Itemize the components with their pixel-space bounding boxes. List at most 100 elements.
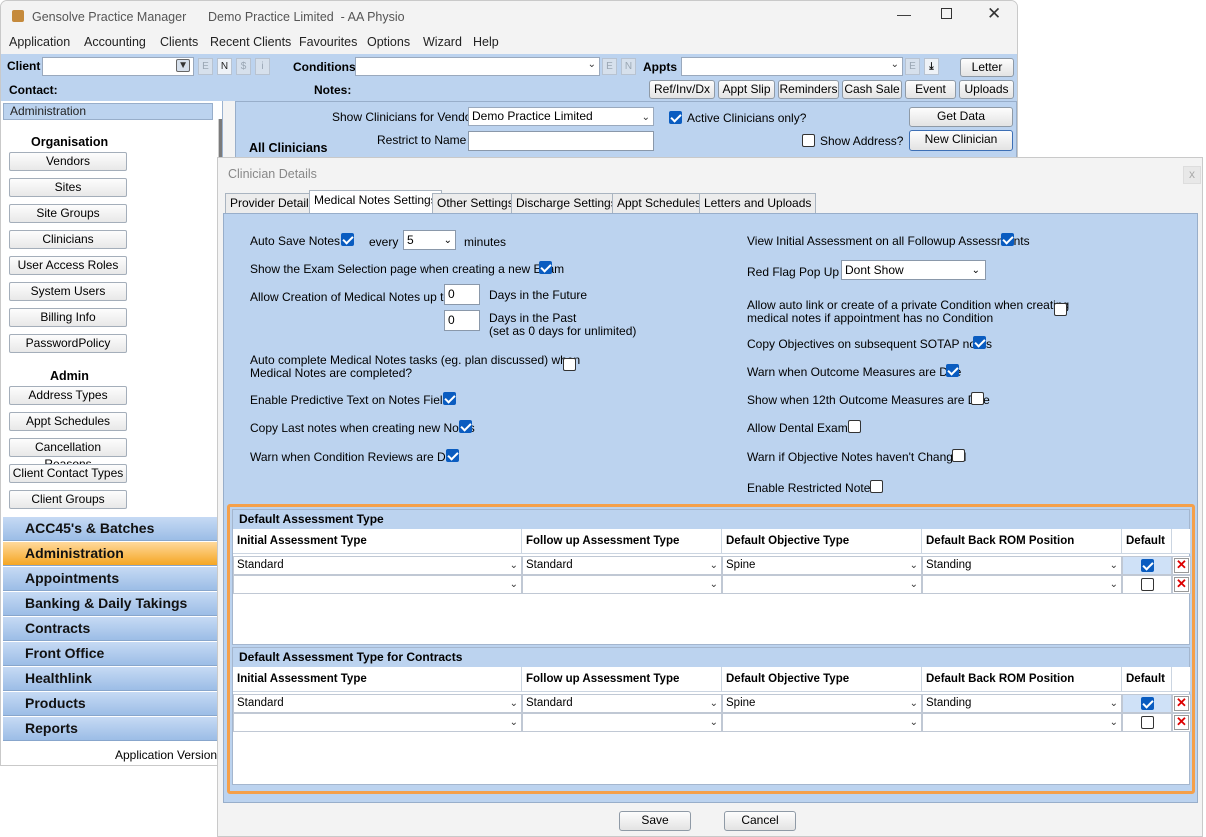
grid1-row1-initial[interactable]: Standard ⌄ xyxy=(233,556,522,575)
predictive-text-checkbox[interactable] xyxy=(443,392,456,405)
sidebar-item-cancellation-reasons[interactable]: Cancellation Reasons xyxy=(9,438,127,471)
view-initial-checkbox[interactable] xyxy=(1001,233,1014,246)
sidebar-item-password-policy[interactable]: PasswordPolicy xyxy=(9,334,127,353)
sidebar-item-billing-info[interactable]: Billing Info xyxy=(9,308,127,327)
reminders-button[interactable]: Reminders xyxy=(778,80,839,99)
cancel-button[interactable]: Cancel xyxy=(724,811,796,831)
tab-appt-schedules[interactable]: Appt Schedules xyxy=(612,193,707,213)
menu-accounting[interactable]: Accounting xyxy=(84,35,146,49)
appts-e-button[interactable]: E xyxy=(905,58,920,75)
menu-wizard[interactable]: Wizard xyxy=(423,35,462,49)
menu-recent-clients[interactable]: Recent Clients xyxy=(210,35,291,49)
delete-icon[interactable]: ✕ xyxy=(1174,577,1189,592)
restricted-notes-checkbox[interactable] xyxy=(870,480,883,493)
warn-condition-checkbox[interactable] xyxy=(446,449,459,462)
sidebar-item-appt-schedules[interactable]: Appt Schedules xyxy=(9,412,127,431)
auto-save-checkbox[interactable] xyxy=(341,233,354,246)
active-clinicians-checkbox[interactable] xyxy=(669,111,682,124)
tab-medical-notes-settings[interactable]: Medical Notes Settings xyxy=(309,190,442,213)
warn-objective-checkbox[interactable] xyxy=(952,449,965,462)
delete-icon[interactable]: ✕ xyxy=(1174,715,1189,730)
grid1-row2-objective[interactable]: ⌄ xyxy=(722,575,922,594)
uploads-button[interactable]: Uploads xyxy=(959,80,1014,99)
grid1-row1-default-checkbox[interactable] xyxy=(1141,559,1154,572)
minimize-icon[interactable]: — xyxy=(897,6,911,22)
grid2-row2-objective[interactable]: ⌄ xyxy=(722,713,922,732)
grid2-row1-followup[interactable]: Standard ⌄ xyxy=(522,694,722,713)
grid2-row1-default-checkbox[interactable] xyxy=(1141,697,1154,710)
auto-link-checkbox[interactable] xyxy=(1054,303,1067,316)
ref-inv-dx-button[interactable]: Ref/Inv/Dx xyxy=(649,80,715,99)
menu-clients[interactable]: Clients xyxy=(160,35,198,49)
sidebar-item-site-groups[interactable]: Site Groups xyxy=(9,204,127,223)
letter-button[interactable]: Letter xyxy=(960,58,1014,77)
nav-contracts[interactable]: Contracts xyxy=(3,617,219,641)
delete-icon[interactable]: ✕ xyxy=(1174,558,1189,573)
appt-slip-button[interactable]: Appt Slip xyxy=(718,80,775,99)
tab-provider-details[interactable]: Provider Details xyxy=(225,193,320,213)
sidebar-item-user-access-roles[interactable]: User Access Roles xyxy=(9,256,127,275)
red-flag-select[interactable]: Dont Show ⌄ xyxy=(841,260,986,280)
show-address-checkbox[interactable] xyxy=(802,134,815,147)
tab-discharge-settings[interactable]: Discharge Settings xyxy=(511,193,622,213)
grid1-row1-objective[interactable]: Spine ⌄ xyxy=(722,556,922,575)
dialog-close-icon[interactable]: x xyxy=(1183,166,1201,184)
sidebar-item-client-contact-types[interactable]: Client Contact Types xyxy=(9,464,127,483)
tab-letters-uploads[interactable]: Letters and Uploads xyxy=(699,193,817,213)
restrict-name-input[interactable] xyxy=(468,131,654,151)
sidebar-item-vendors[interactable]: Vendors xyxy=(9,152,127,171)
nav-administration[interactable]: Administration xyxy=(3,542,219,566)
client-dollar-button[interactable]: $ xyxy=(236,58,251,75)
grid1-row2-initial[interactable]: ⌄ xyxy=(233,575,522,594)
nav-acc45-batches[interactable]: ACC45's & Batches xyxy=(3,517,219,541)
save-button[interactable]: Save xyxy=(619,811,691,831)
grid1-row1-followup[interactable]: Standard ⌄ xyxy=(522,556,722,575)
conditions-n-button[interactable]: N xyxy=(621,58,636,75)
client-info-button[interactable]: i xyxy=(255,58,270,75)
exam-selection-checkbox[interactable] xyxy=(539,261,552,274)
nav-front-office[interactable]: Front Office xyxy=(3,642,219,666)
new-clinician-button[interactable]: New Clinician xyxy=(909,130,1013,151)
maximize-icon[interactable] xyxy=(941,8,952,19)
auto-complete-checkbox[interactable] xyxy=(563,358,576,371)
sidebar-item-system-users[interactable]: System Users xyxy=(9,282,127,301)
past-days-input[interactable]: 0 xyxy=(444,310,480,331)
tab-other-settings[interactable]: Other Settings xyxy=(432,193,519,213)
get-data-button[interactable]: Get Data xyxy=(909,107,1013,127)
grid2-row2-followup[interactable]: ⌄ xyxy=(522,713,722,732)
copy-last-notes-checkbox[interactable] xyxy=(459,420,472,433)
grid2-row1-rom[interactable]: Standing ⌄ xyxy=(922,694,1122,713)
client-e-button[interactable]: E xyxy=(198,58,213,75)
sidebar-item-clinicians[interactable]: Clinicians xyxy=(9,230,127,249)
menu-options[interactable]: Options xyxy=(367,35,410,49)
menu-application[interactable]: Application xyxy=(9,35,70,49)
grid1-row2-default-checkbox[interactable] xyxy=(1141,578,1154,591)
download-icon[interactable]: ⤓ xyxy=(924,58,939,75)
client-combo[interactable]: ▼ xyxy=(42,57,194,76)
cash-sale-button[interactable]: Cash Sale xyxy=(842,80,902,99)
grid2-row2-initial[interactable]: ⌄ xyxy=(233,713,522,732)
nav-healthlink[interactable]: Healthlink xyxy=(3,667,219,691)
grid1-row2-followup[interactable]: ⌄ xyxy=(522,575,722,594)
grid1-row2-rom[interactable]: ⌄ xyxy=(922,575,1122,594)
every-minutes-select[interactable]: 5 ⌄ xyxy=(403,230,456,250)
close-icon[interactable]: ✕ xyxy=(987,4,1001,24)
nav-banking-daily-takings[interactable]: Banking & Daily Takings xyxy=(3,592,219,616)
show-12th-checkbox[interactable] xyxy=(971,392,984,405)
warn-outcome-checkbox[interactable] xyxy=(946,364,959,377)
grid2-row1-objective[interactable]: Spine ⌄ xyxy=(722,694,922,713)
appts-combo[interactable]: ⌄ xyxy=(681,57,903,76)
event-button[interactable]: Event xyxy=(905,80,956,99)
conditions-e-button[interactable]: E xyxy=(602,58,617,75)
delete-icon[interactable]: ✕ xyxy=(1174,696,1189,711)
menu-favourites[interactable]: Favourites xyxy=(299,35,357,49)
nav-appointments[interactable]: Appointments xyxy=(3,567,219,591)
sidebar-item-client-groups[interactable]: Client Groups xyxy=(9,490,127,509)
future-days-input[interactable]: 0 xyxy=(444,284,480,305)
menu-help[interactable]: Help xyxy=(473,35,499,49)
nav-products[interactable]: Products xyxy=(3,692,219,716)
grid2-row2-rom[interactable]: ⌄ xyxy=(922,713,1122,732)
sidebar-item-sites[interactable]: Sites xyxy=(9,178,127,197)
grid2-row1-initial[interactable]: Standard ⌄ xyxy=(233,694,522,713)
copy-objectives-checkbox[interactable] xyxy=(973,336,986,349)
